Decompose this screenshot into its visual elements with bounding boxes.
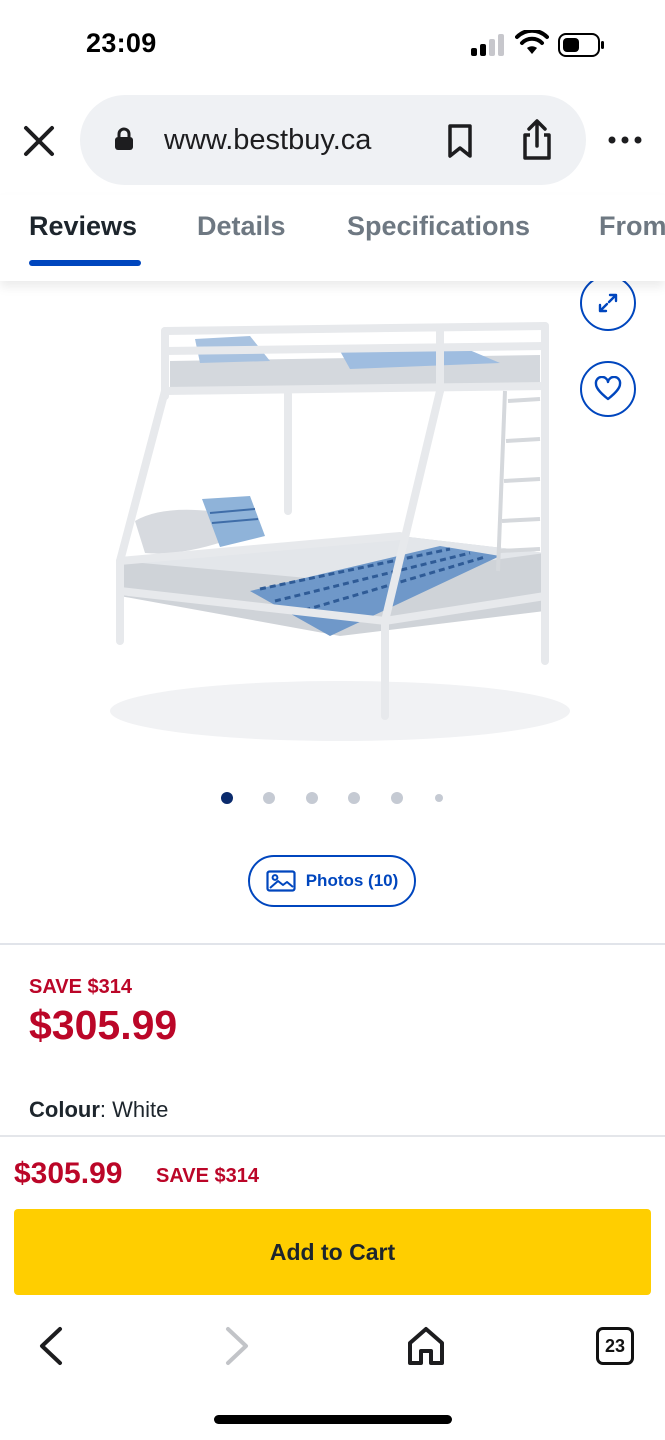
tab-active-indicator [29,260,141,266]
status-time: 23:09 [86,28,157,58]
bookmark-icon[interactable] [444,123,476,159]
sticky-purchase-bar: $305.99 SAVE $314 Add to Cart [0,1135,665,1305]
sticky-save-badge: SAVE $314 [156,1165,260,1187]
sticky-price: $305.99 [14,1157,123,1190]
image-icon [266,870,296,892]
tabs-icon[interactable]: 23 [596,1327,634,1365]
photos-label: Photos (10) [305,871,399,890]
colour-selector-label: Colour: White [29,1097,168,1123]
wishlist-button[interactable] [580,361,636,417]
browser-toolbar: 23 [0,1305,665,1440]
heart-icon [594,376,622,401]
wifi-icon [515,30,549,54]
status-bar: 23:09 [0,0,665,92]
gallery-pagination [0,792,665,806]
section-tabs: Reviews Details Specifications From [0,195,665,281]
product-price: $305.99 [29,1002,178,1048]
pagination-dot[interactable] [306,792,318,804]
tab-from[interactable]: From [599,211,665,242]
expand-button[interactable] [580,281,636,331]
signal-icon [471,34,507,56]
tab-specifications[interactable]: Specifications [347,211,530,242]
share-icon[interactable] [520,119,554,161]
pagination-dot[interactable] [221,792,233,804]
url-text: www.bestbuy.ca [164,124,372,156]
address-bar[interactable]: www.bestbuy.ca [80,95,586,185]
tab-reviews[interactable]: Reviews [29,211,137,242]
save-badge: SAVE $314 [29,976,133,998]
battery-icon [558,33,604,57]
tab-details[interactable]: Details [197,211,286,242]
forward-icon[interactable] [222,1325,252,1367]
home-icon[interactable] [406,1325,446,1367]
pagination-dot[interactable] [435,794,443,802]
pagination-dot[interactable] [348,792,360,804]
divider [0,943,665,945]
more-icon[interactable] [606,128,644,152]
lock-icon [115,127,133,150]
colour-value: : White [99,1097,169,1122]
pagination-dot[interactable] [391,792,403,804]
product-gallery: Photos (10) [0,281,665,943]
back-icon[interactable] [36,1325,66,1367]
home-indicator [214,1415,452,1424]
add-to-cart-button[interactable]: Add to Cart [14,1209,651,1295]
colour-key: Colour [29,1097,100,1122]
product-image[interactable] [100,291,570,751]
expand-icon [598,293,618,313]
pagination-dot[interactable] [263,792,275,804]
close-icon[interactable] [20,122,58,160]
add-to-cart-label: Add to Cart [269,1238,396,1265]
photos-button[interactable]: Photos (10) [248,855,416,907]
